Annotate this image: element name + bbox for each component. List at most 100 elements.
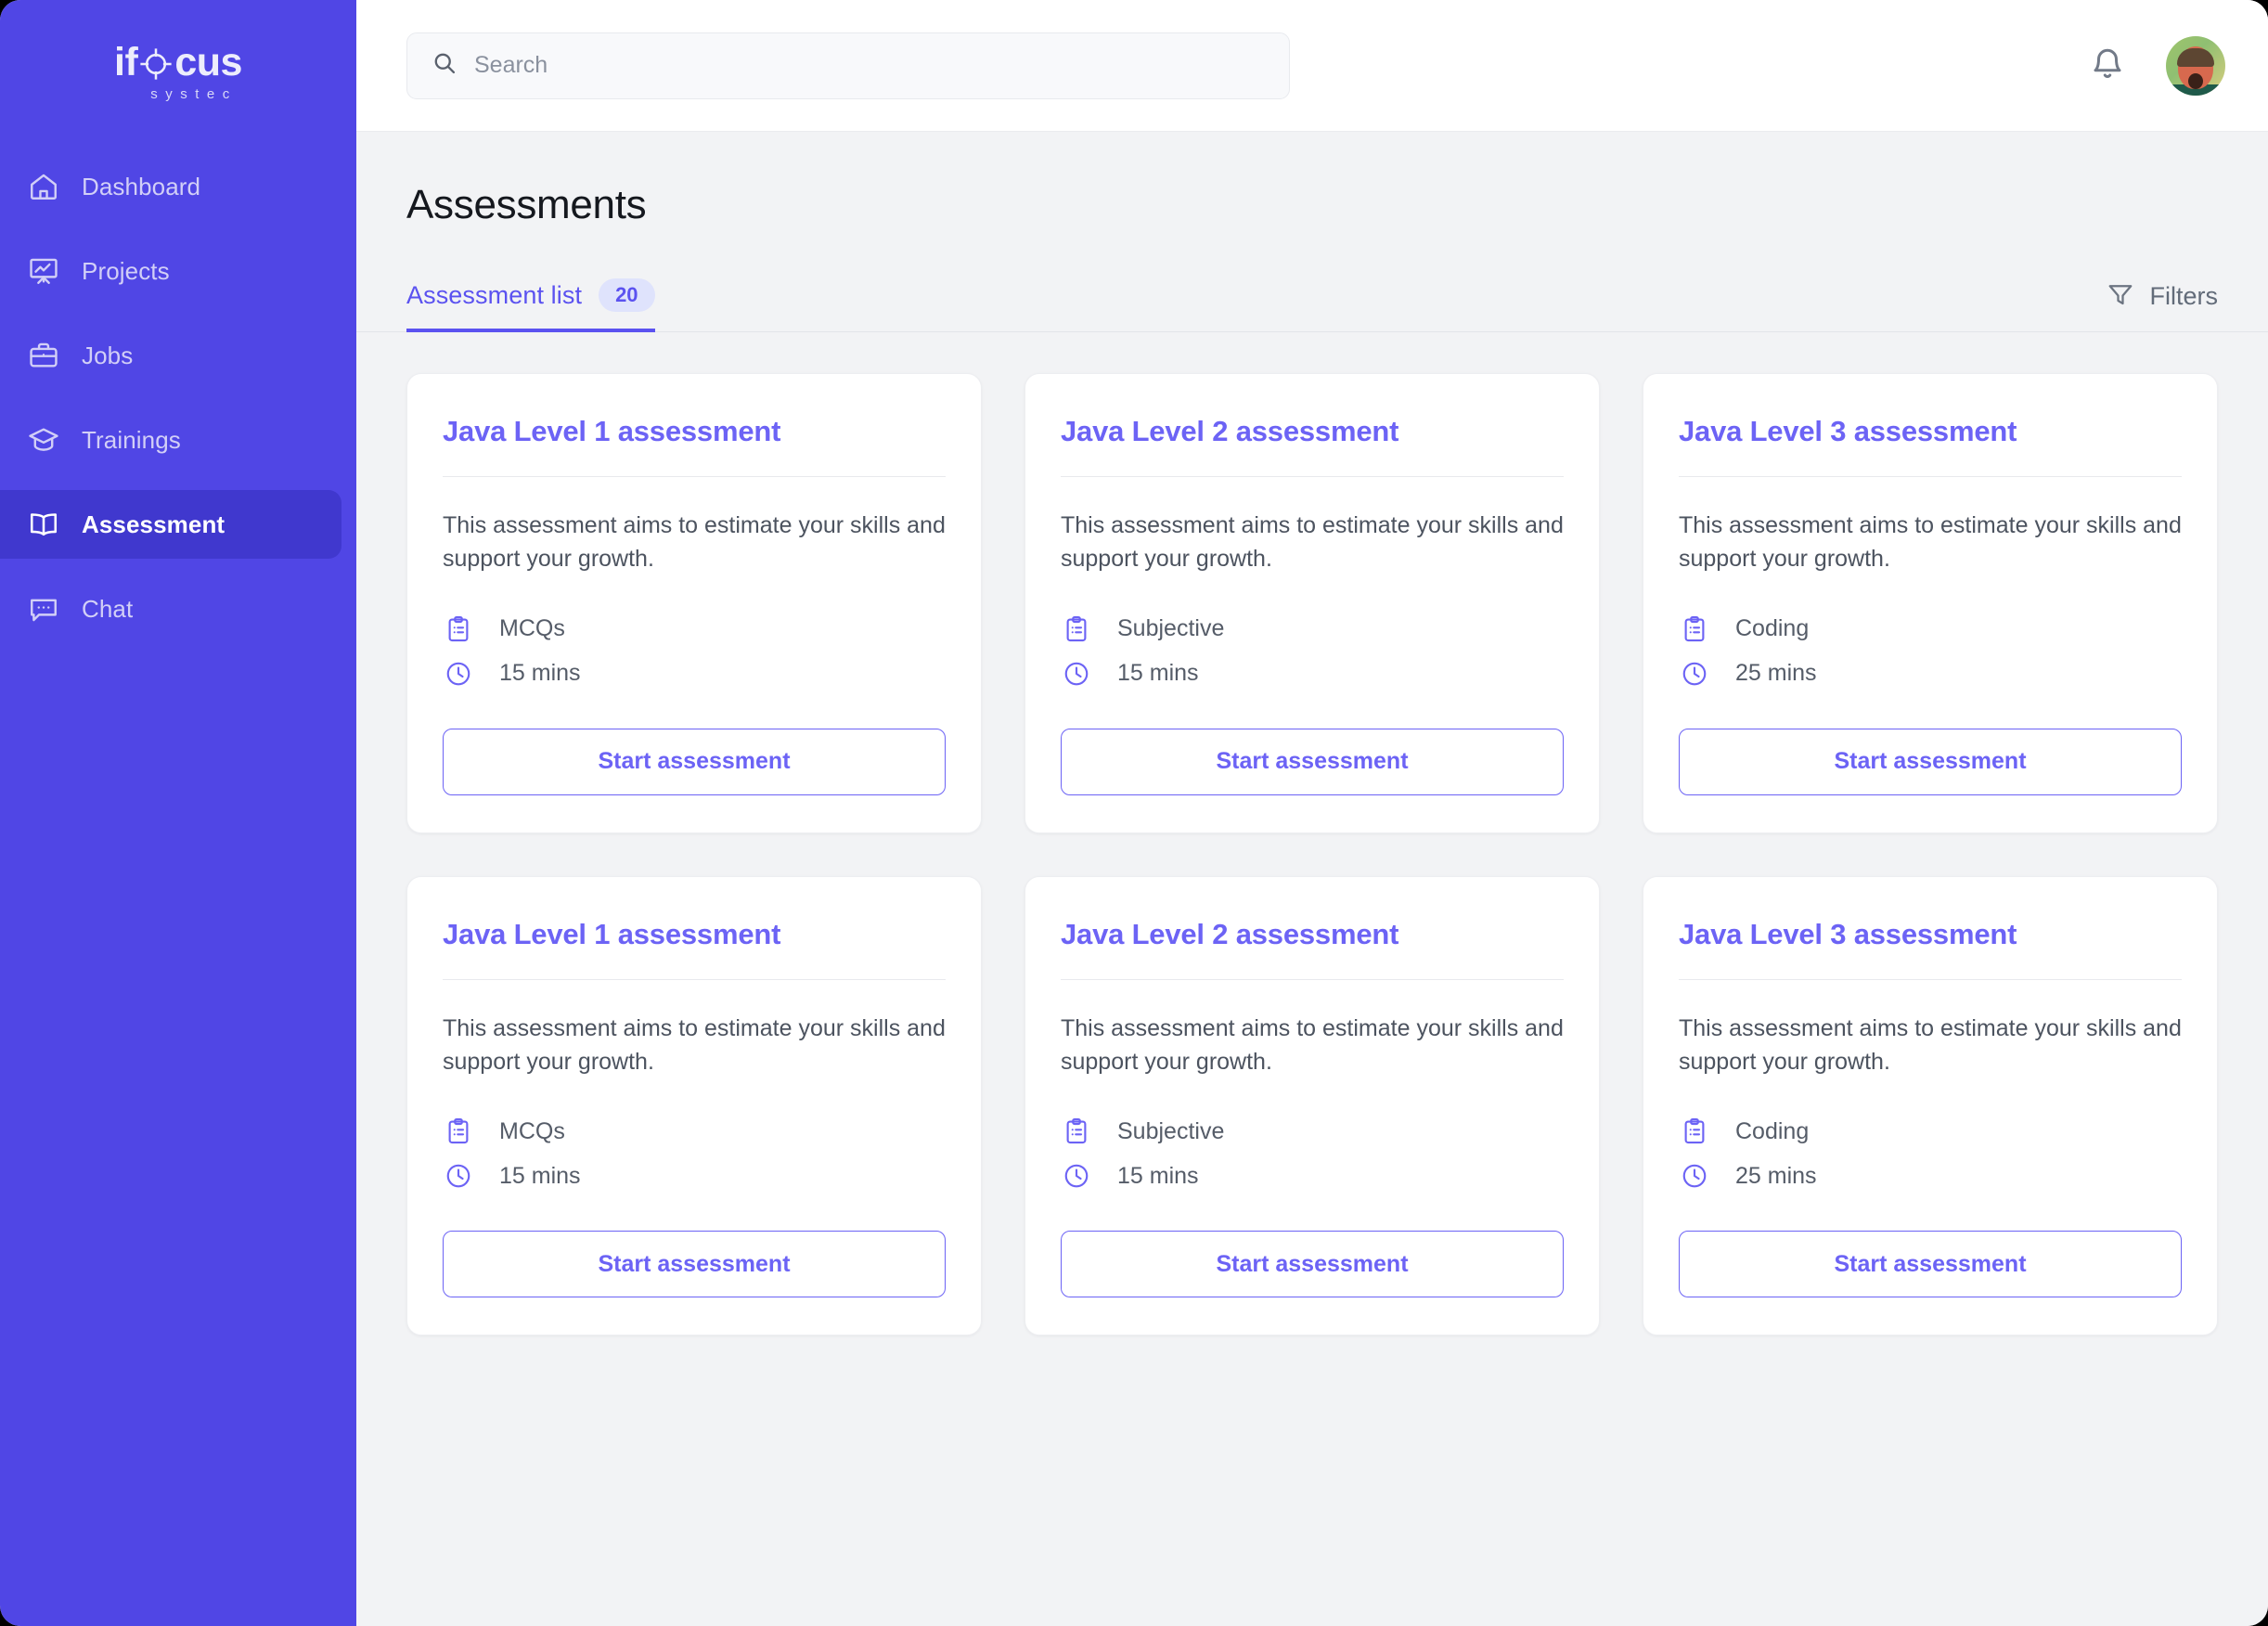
brand-tagline: systec bbox=[150, 85, 238, 102]
start-assessment-button[interactable]: Start assessment bbox=[443, 1231, 946, 1297]
assessment-card[interactable]: Java Level 3 assessment This assessment … bbox=[1643, 373, 2218, 833]
assessment-type: MCQs bbox=[499, 1117, 565, 1144]
clipboard-list-icon bbox=[1061, 1116, 1092, 1147]
clock-icon bbox=[1679, 1160, 1710, 1192]
assessment-duration-row: 25 mins bbox=[1679, 658, 2182, 690]
card-divider bbox=[1061, 476, 1564, 477]
filters-label: Filters bbox=[2149, 282, 2219, 310]
assessment-title: Java Level 1 assessment bbox=[443, 917, 781, 950]
tab-assessment-list[interactable]: Assessment list 20 bbox=[406, 278, 655, 332]
card-divider bbox=[1679, 476, 2182, 477]
assessment-description: This assessment aims to estimate your sk… bbox=[1679, 512, 2182, 573]
avatar-mouth bbox=[2188, 72, 2203, 89]
assessment-type-row: MCQs bbox=[443, 1116, 946, 1147]
start-assessment-button[interactable]: Start assessment bbox=[1679, 1231, 2182, 1297]
sidebar-item-chat[interactable]: Chat bbox=[0, 574, 341, 643]
assessment-duration: 15 mins bbox=[1117, 660, 1199, 686]
search-input[interactable] bbox=[474, 52, 1265, 79]
card-divider bbox=[1061, 978, 1564, 980]
assessment-card[interactable]: Java Level 3 assessment This assessment … bbox=[1643, 875, 2218, 1336]
assessment-description: This assessment aims to estimate your sk… bbox=[1679, 1014, 2182, 1075]
sidebar-item-label: Chat bbox=[82, 594, 134, 623]
briefcase-icon bbox=[26, 338, 61, 373]
sidebar-nav: Dashboard Projects Jobs Trainings Assess… bbox=[0, 152, 356, 659]
clock-icon bbox=[443, 658, 474, 690]
sidebar-item-label: Assessment bbox=[82, 510, 226, 538]
brand-name-part2: cus bbox=[174, 39, 242, 84]
notification-bell-button[interactable] bbox=[2088, 45, 2127, 87]
clock-icon bbox=[443, 1160, 474, 1192]
assessment-meta: Coding 25 mins bbox=[1679, 1116, 2182, 1192]
clock-icon bbox=[1061, 1160, 1092, 1192]
sidebar-item-label: Projects bbox=[82, 256, 170, 285]
brand-logo[interactable]: if cus systec bbox=[0, 0, 356, 130]
assessment-meta: MCQs 15 mins bbox=[443, 613, 946, 690]
assessment-meta: Subjective 15 mins bbox=[1061, 1116, 1564, 1192]
app-window: if cus systec Dashboard Projects Jobs Tr… bbox=[0, 0, 2268, 1626]
assessment-duration-row: 25 mins bbox=[1679, 1160, 2182, 1192]
assessment-description: This assessment aims to estimate your sk… bbox=[1061, 1014, 1564, 1075]
assessment-type: MCQs bbox=[499, 615, 565, 641]
assessment-meta: Subjective 15 mins bbox=[1061, 613, 1564, 690]
bell-icon bbox=[2090, 45, 2125, 85]
topbar-actions bbox=[2088, 35, 2225, 96]
assessment-card[interactable]: Java Level 1 assessment This assessment … bbox=[406, 875, 982, 1336]
presentation-chart-icon bbox=[26, 253, 61, 289]
card-divider bbox=[443, 978, 946, 980]
search-box[interactable] bbox=[406, 32, 1290, 99]
assessment-duration-row: 15 mins bbox=[1061, 1160, 1564, 1192]
assessment-card[interactable]: Java Level 1 assessment This assessment … bbox=[406, 373, 982, 833]
sidebar-item-projects[interactable]: Projects bbox=[0, 237, 341, 305]
assessment-title: Java Level 2 assessment bbox=[1061, 917, 1399, 950]
crosshair-icon bbox=[138, 46, 174, 82]
avatar-hair bbox=[2177, 47, 2214, 67]
clock-icon bbox=[1061, 658, 1092, 690]
sidebar-item-label: Dashboard bbox=[82, 172, 201, 200]
clipboard-list-icon bbox=[1679, 613, 1710, 645]
clipboard-list-icon bbox=[1061, 613, 1092, 645]
sidebar-item-trainings[interactable]: Trainings bbox=[0, 406, 341, 474]
assessment-meta: MCQs 15 mins bbox=[443, 1116, 946, 1192]
assessment-description: This assessment aims to estimate your sk… bbox=[443, 512, 946, 573]
clipboard-list-icon bbox=[443, 613, 474, 645]
start-assessment-button[interactable]: Start assessment bbox=[443, 728, 946, 795]
clock-icon bbox=[1679, 658, 1710, 690]
sidebar-item-dashboard[interactable]: Dashboard bbox=[0, 152, 341, 221]
start-assessment-button[interactable]: Start assessment bbox=[1679, 728, 2182, 795]
assessment-card[interactable]: Java Level 2 assessment This assessment … bbox=[1024, 875, 1600, 1336]
graduation-cap-icon bbox=[26, 422, 61, 458]
sidebar-item-jobs[interactable]: Jobs bbox=[0, 321, 341, 390]
clipboard-list-icon bbox=[1679, 1116, 1710, 1147]
home-icon bbox=[26, 169, 61, 204]
funnel-icon bbox=[2107, 280, 2134, 313]
start-assessment-button[interactable]: Start assessment bbox=[1061, 728, 1564, 795]
assessment-meta: Coding 25 mins bbox=[1679, 613, 2182, 690]
assessment-title: Java Level 2 assessment bbox=[1061, 415, 1399, 447]
sidebar-item-assessment[interactable]: Assessment bbox=[0, 490, 341, 559]
tab-label: Assessment list bbox=[406, 280, 583, 309]
start-assessment-button[interactable]: Start assessment bbox=[1061, 1231, 1564, 1297]
assessment-duration-row: 15 mins bbox=[443, 1160, 946, 1192]
page-title: Assessments bbox=[406, 182, 647, 227]
filters-button[interactable]: Filters bbox=[2107, 280, 2219, 331]
topbar bbox=[356, 0, 2268, 132]
search-icon bbox=[432, 50, 457, 81]
assessment-card[interactable]: Java Level 2 assessment This assessment … bbox=[1024, 373, 1600, 833]
assessment-type: Coding bbox=[1735, 1117, 1810, 1144]
assessment-type-row: Subjective bbox=[1061, 1116, 1564, 1147]
clipboard-list-icon bbox=[443, 1116, 474, 1147]
assessment-type-row: Coding bbox=[1679, 613, 2182, 645]
assessment-title: Java Level 3 assessment bbox=[1679, 917, 2017, 950]
sidebar-item-label: Trainings bbox=[82, 425, 181, 454]
content-area: Assessments Assessment list 20 Filters J… bbox=[356, 132, 2268, 1626]
assessment-duration: 25 mins bbox=[1735, 1162, 1817, 1189]
avatar[interactable] bbox=[2166, 35, 2225, 96]
assessment-duration-row: 15 mins bbox=[443, 658, 946, 690]
sidebar: if cus systec Dashboard Projects Jobs Tr… bbox=[0, 0, 356, 1626]
assessment-description: This assessment aims to estimate your sk… bbox=[443, 1014, 946, 1075]
assessment-duration: 15 mins bbox=[1117, 1162, 1199, 1189]
assessment-type-row: Subjective bbox=[1061, 613, 1564, 645]
tab-count-badge: 20 bbox=[599, 278, 655, 312]
card-divider bbox=[1679, 978, 2182, 980]
brand-name-part1: if bbox=[114, 39, 138, 84]
